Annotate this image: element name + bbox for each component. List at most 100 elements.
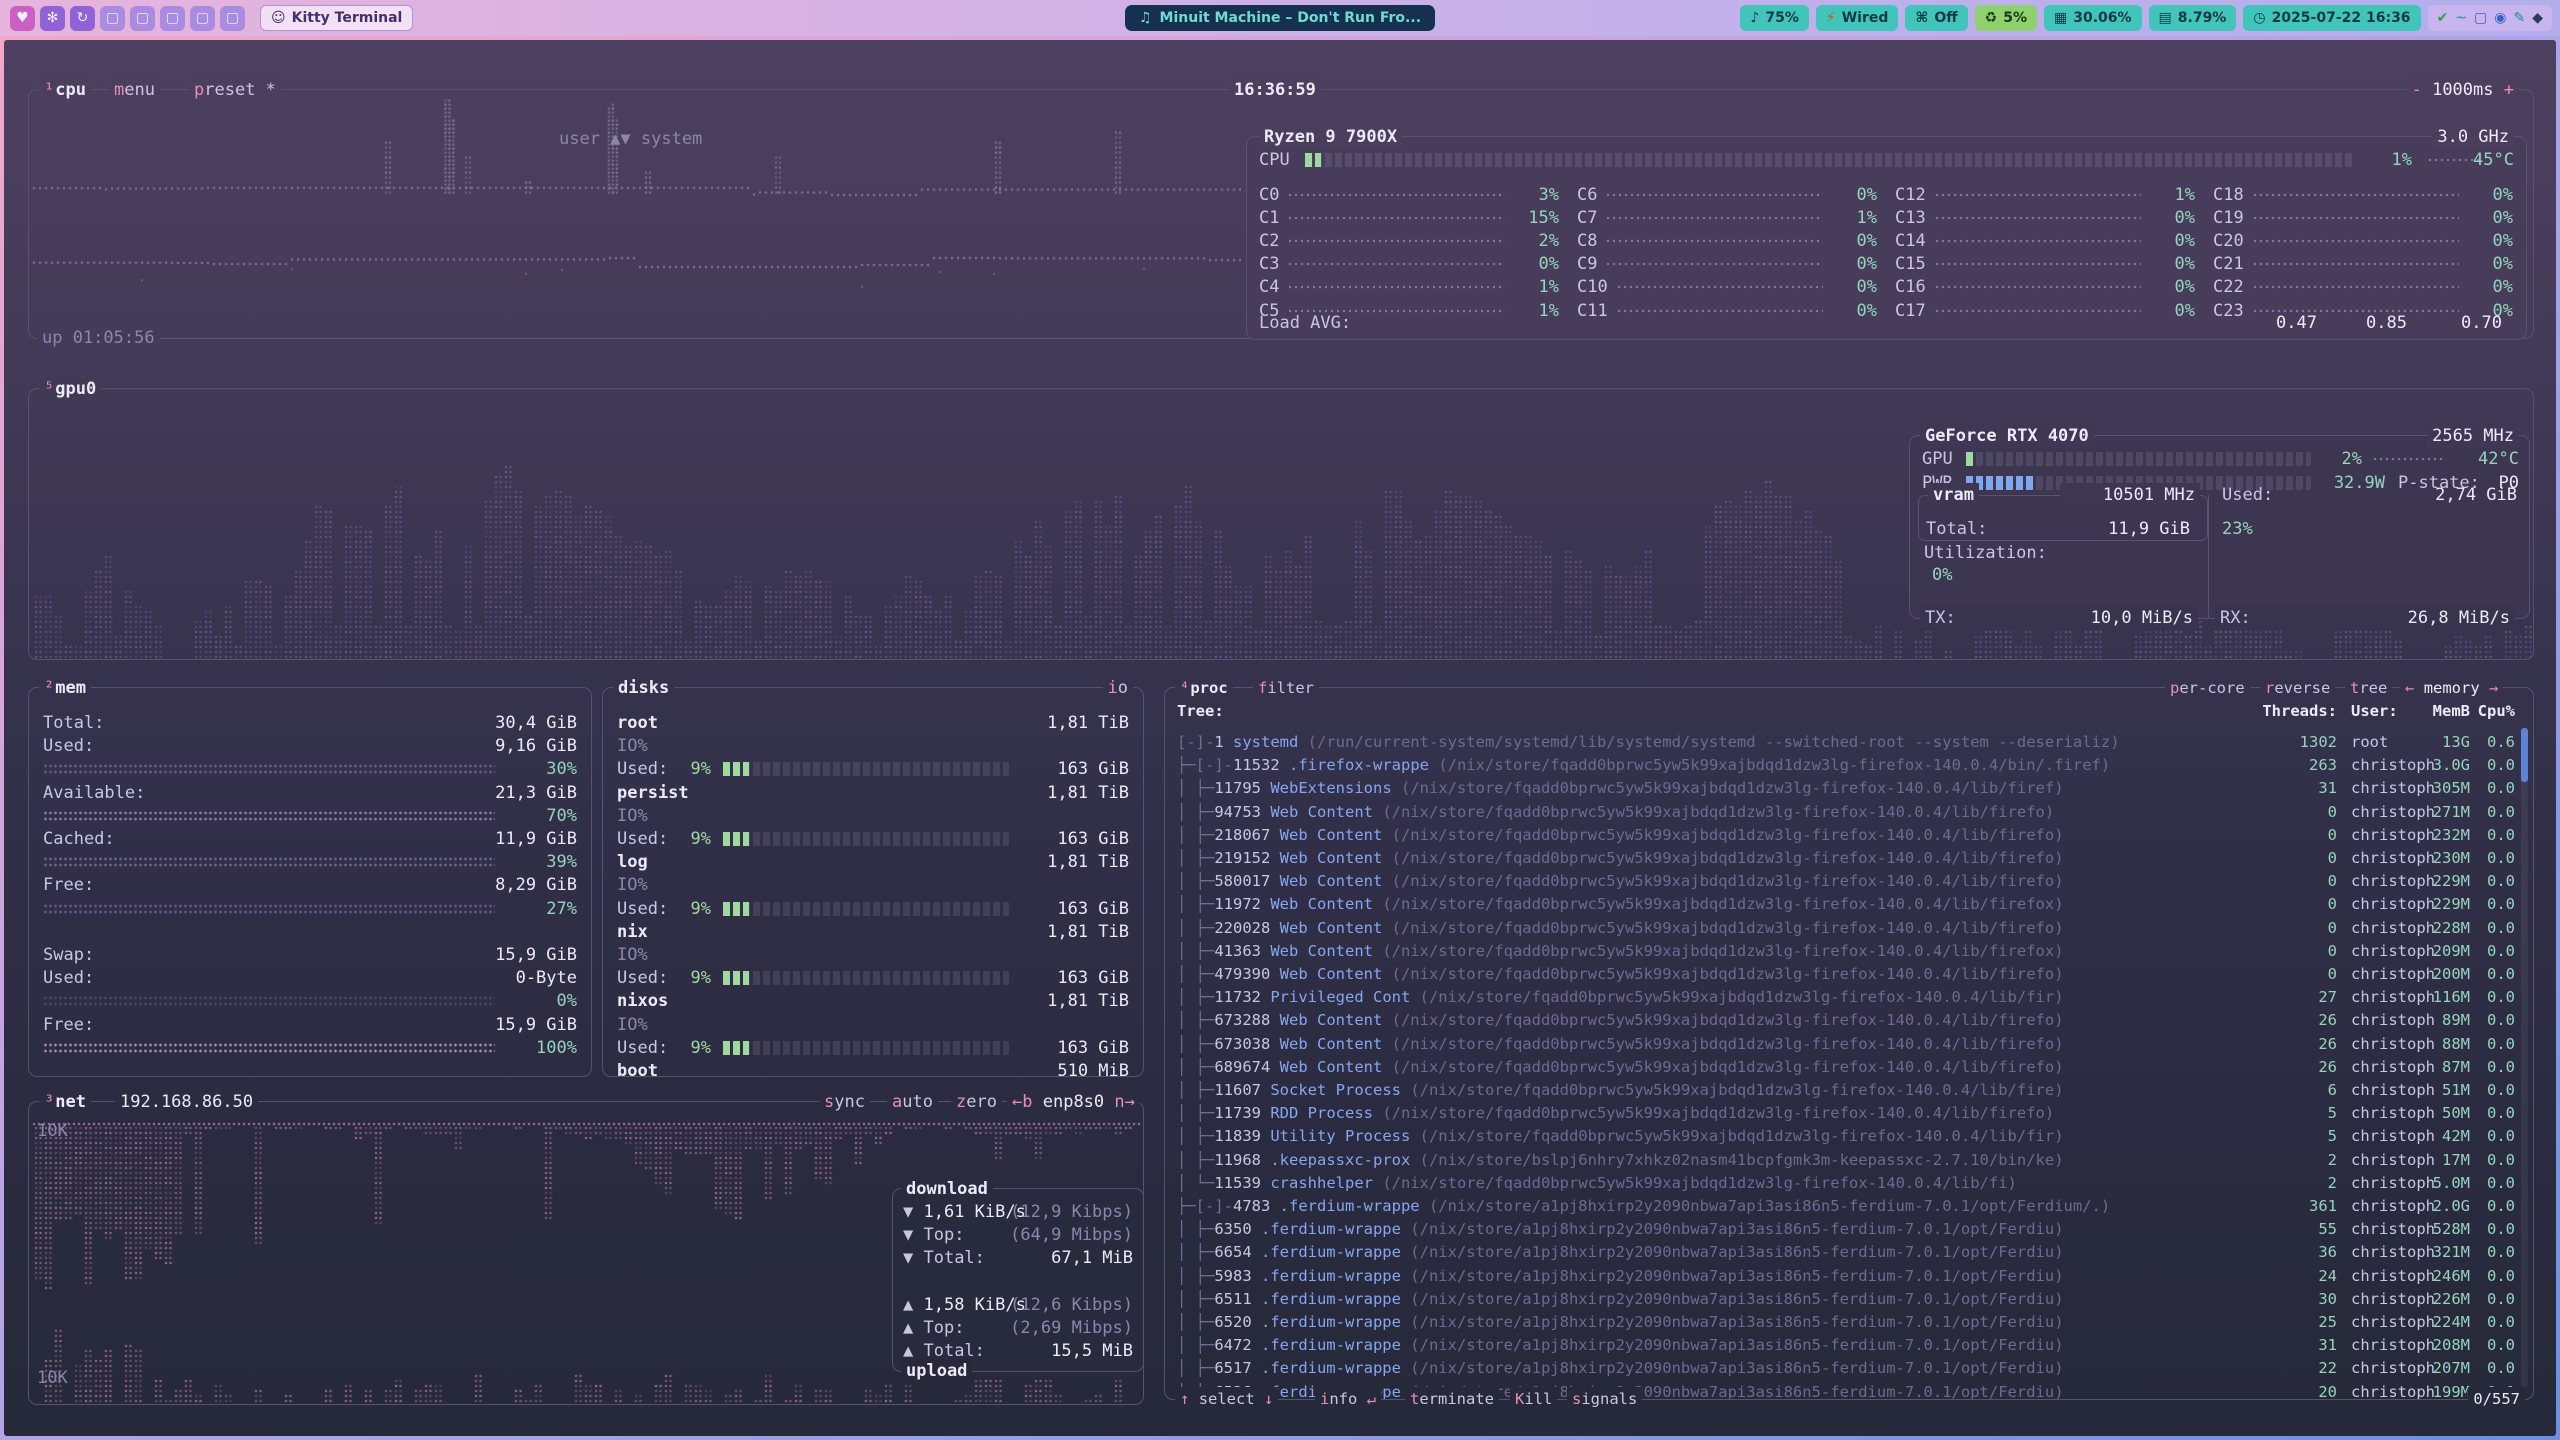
auto-button[interactable]: auto [887, 1090, 938, 1114]
app-icon-1[interactable]: ▢ [100, 6, 125, 31]
process-row-6520[interactable]: │ ├─6520 .ferdium-wrappe (/nix/store/a1p… [1165, 1313, 2533, 1336]
core-c6: C60% [1577, 183, 1877, 206]
process-row-6517[interactable]: │ ├─6517 .ferdium-wrappe (/nix/store/a1p… [1165, 1359, 2533, 1382]
process-row-1[interactable]: [-]-1 systemd (/run/current-system/syste… [1165, 733, 2533, 756]
process-scrollbar-thumb[interactable] [2521, 728, 2528, 782]
network-box: ³net 192.168.86.50 sync auto zero ←b enp… [28, 1101, 1144, 1405]
mem-meter [43, 856, 495, 869]
sort-column-switch[interactable]: ← memory → [2400, 676, 2503, 700]
kill-button[interactable]: Kill [1510, 1387, 1557, 1411]
process-row-673288[interactable]: │ ├─673288 Web Content (/nix/store/fqadd… [1165, 1011, 2533, 1034]
disk-pill[interactable]: ▤ 8.79% [2149, 5, 2237, 31]
memory-box-title: ²mem [39, 676, 91, 700]
process-row-580017[interactable]: │ ├─580017 Web Content (/nix/store/fqadd… [1165, 872, 2533, 895]
cpu-load-label: 5% [2003, 10, 2027, 26]
volume-pill[interactable]: ♪75% [1740, 5, 1808, 31]
heart-icon[interactable]: ♥ [10, 6, 35, 31]
nixos-icon[interactable]: ✻ [40, 6, 65, 31]
wave-icon[interactable]: ~ [2455, 10, 2467, 26]
memory-label: 30.06% [2073, 10, 2131, 26]
volume-label: 75% [1765, 10, 1799, 26]
process-row-5983[interactable]: │ ├─5983 .ferdium-wrappe (/nix/store/a1p… [1165, 1267, 2533, 1290]
disk-size: 1,81 TiB [1047, 921, 1129, 944]
sync-button[interactable]: sync [819, 1090, 870, 1114]
process-row-11607[interactable]: │ ├─11607 Socket Process (/nix/store/fqa… [1165, 1081, 2533, 1104]
process-row-11839[interactable]: │ ├─11839 Utility Process (/nix/store/fq… [1165, 1127, 2533, 1150]
core-c22: C220% [2213, 276, 2513, 299]
dot-icon[interactable]: ◉ [2494, 10, 2506, 26]
process-cpu: 0.0 [2457, 849, 2515, 867]
ip-address: 192.168.86.50 [115, 1090, 258, 1114]
disk-icon: ▤ [2159, 10, 2172, 26]
process-row-11539[interactable]: │ └─11539 crashhelper (/nix/store/fqadd0… [1165, 1174, 2533, 1197]
core-c20: C200% [2213, 229, 2513, 252]
disk-used-value: 163 GiB [1057, 758, 1129, 781]
process-threads: 0 [2225, 895, 2337, 913]
process-row-673038[interactable]: │ ├─673038 Web Content (/nix/store/fqadd… [1165, 1035, 2533, 1058]
status-bar: ♥✻↻▢▢▢▢▢ ☺ Kitty Terminal ♫ Minuit Machi… [0, 0, 2560, 36]
app-icon-3[interactable]: ▢ [160, 6, 185, 31]
bell-icon[interactable]: ◆ [2532, 10, 2543, 26]
filter-button[interactable]: filter [1253, 676, 1319, 700]
reverse-button[interactable]: reverse [2260, 676, 2335, 700]
process-row-689674[interactable]: │ ├─689674 Web Content (/nix/store/fqadd… [1165, 1058, 2533, 1081]
process-row-6472[interactable]: │ ├─6472 .ferdium-wrappe (/nix/store/a1p… [1165, 1336, 2533, 1359]
process-row-11739[interactable]: │ ├─11739 RDD Process (/nix/store/fqadd0… [1165, 1104, 2533, 1127]
mem-meter-pct: 39% [546, 851, 577, 874]
disk-used-label: Used: [617, 1037, 668, 1060]
process-row-219152[interactable]: │ ├─219152 Web Content (/nix/store/fqadd… [1165, 849, 2533, 872]
process-row-218067[interactable]: │ ├─218067 Web Content (/nix/store/fqadd… [1165, 826, 2533, 849]
zero-button[interactable]: zero [951, 1090, 1002, 1114]
process-cpu: 0.0 [2457, 1267, 2515, 1285]
app-icon-4[interactable]: ▢ [190, 6, 215, 31]
mem-meter-pct: 70% [546, 805, 577, 828]
media-player-pill[interactable]: ♫ Minuit Machine – Don't Run Fro... [1125, 5, 1435, 31]
per-core-button[interactable]: per-core [2165, 676, 2250, 700]
core-c0: C03% [1259, 183, 1559, 206]
process-row-41363[interactable]: │ ├─41363 Web Content (/nix/store/fqadd0… [1165, 942, 2533, 965]
process-row-94753[interactable]: │ ├─94753 Web Content (/nix/store/fqadd0… [1165, 803, 2533, 826]
disk-label: 8.79% [2178, 10, 2227, 26]
active-window-button[interactable]: ☺ Kitty Terminal [260, 5, 413, 31]
process-row-11968[interactable]: │ ├─11968 .keepassxc-prox (/nix/store/bs… [1165, 1151, 2533, 1174]
vram-used-pct: 23% [2222, 518, 2253, 541]
process-row-6350[interactable]: │ ├─6350 .ferdium-wrappe (/nix/store/a1p… [1165, 1220, 2533, 1243]
network-pill[interactable]: ⚡Wired [1816, 5, 1899, 31]
menu-button[interactable]: menu [109, 78, 160, 102]
pencil-icon[interactable]: ✎ [2513, 10, 2525, 26]
process-row-6654[interactable]: │ ├─6654 .ferdium-wrappe (/nix/store/a1p… [1165, 1243, 2533, 1266]
interface-switch[interactable]: ←b enp8s0 n→ [1007, 1090, 1140, 1114]
check-icon[interactable]: ✔ [2437, 10, 2449, 26]
process-row-11532[interactable]: ├─[-]-11532 .firefox-wrappe (/nix/store/… [1165, 756, 2533, 779]
memory-pill[interactable]: ▦30.06% [2044, 5, 2142, 31]
window-icon[interactable]: ▢ [2474, 10, 2487, 26]
process-row-220028[interactable]: │ ├─220028 Web Content (/nix/store/fqadd… [1165, 919, 2533, 942]
process-row-6511[interactable]: │ ├─6511 .ferdium-wrappe (/nix/store/a1p… [1165, 1290, 2533, 1313]
gpu-temp-leader [2372, 457, 2442, 461]
process-row-11972[interactable]: │ ├─11972 Web Content (/nix/store/fqadd0… [1165, 895, 2533, 918]
process-threads: 36 [2225, 1243, 2337, 1261]
process-scrollbar-track[interactable] [2521, 728, 2528, 1388]
selection-count: 0/557 [2468, 1387, 2525, 1411]
preset-button[interactable]: preset * [189, 78, 281, 102]
cpu-load-pill[interactable]: ♻5% [1975, 5, 2037, 31]
process-row-479390[interactable]: │ ├─479390 Web Content (/nix/store/fqadd… [1165, 965, 2533, 988]
select-buttons[interactable]: ↑ select ↓ [1175, 1387, 1278, 1411]
toggle-pill[interactable]: ⌘Off [1905, 5, 1967, 31]
signals-button[interactable]: signals [1567, 1387, 1642, 1411]
clock-pill[interactable]: ◷2025-07-22 16:36 [2243, 5, 2420, 31]
process-cpu: 0.0 [2457, 1058, 2515, 1076]
app-icon-2[interactable]: ▢ [130, 6, 155, 31]
process-command: │ ├─11739 RDD Process (/nix/store/fqadd0… [1177, 1104, 2262, 1122]
process-row-11732[interactable]: │ ├─11732 Privileged Cont (/nix/store/fq… [1165, 988, 2533, 1011]
process-row-11795[interactable]: │ ├─11795 WebExtensions (/nix/store/fqad… [1165, 779, 2533, 802]
tree-button[interactable]: tree [2345, 676, 2392, 700]
info-button[interactable]: info ↵ [1315, 1387, 1381, 1411]
reload-icon[interactable]: ↻ [70, 6, 95, 31]
net-stat-left: ▲ 1,58 KiB/s [903, 1294, 1026, 1317]
process-row-4783[interactable]: ├─[-]-4783 .ferdium-wrappe (/nix/store/a… [1165, 1197, 2533, 1220]
terminate-button[interactable]: terminate [1405, 1387, 1499, 1411]
app-icon-5[interactable]: ▢ [220, 6, 245, 31]
io-mode-button[interactable]: io [1103, 676, 1134, 700]
update-interval[interactable]: - 1000ms + [2407, 78, 2519, 102]
